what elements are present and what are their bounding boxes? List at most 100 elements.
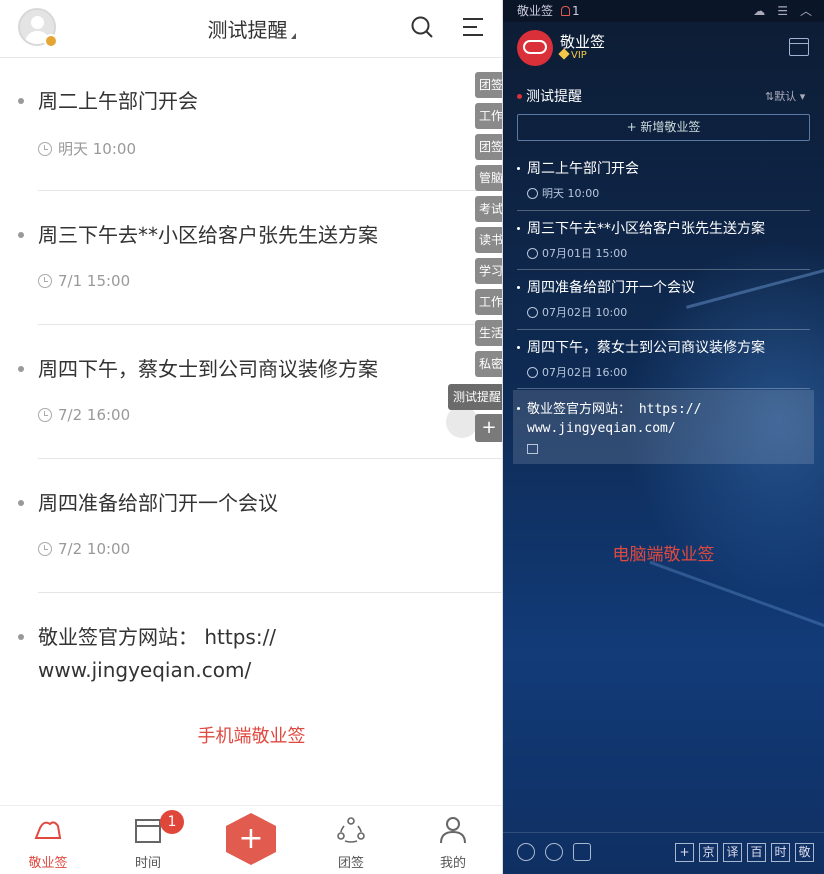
note-time: 7/1 15:00 xyxy=(38,272,130,290)
list-item[interactable]: 周四下午，蔡女士到公司商议装修方案 07月02日 16:00 xyxy=(503,337,824,387)
notes-icon[interactable] xyxy=(573,843,591,861)
list-item[interactable]: 周三下午去**小区给客户张先生送方案 7/1 15:00 xyxy=(0,214,502,324)
contacts-icon[interactable] xyxy=(517,843,535,861)
reminder-count[interactable]: 1 xyxy=(561,0,580,22)
group-tab[interactable]: 工作 xyxy=(475,103,502,129)
list-item[interactable]: 周四准备给部门开一个会议 7/2 10:00 xyxy=(0,482,502,592)
list-item[interactable]: 周三下午去**小区给客户张先生送方案 07月01日 15:00 xyxy=(503,218,824,268)
nav-notes[interactable]: 敬业签 xyxy=(8,806,88,874)
list-item[interactable]: 敬业签官方网站： https:// www.jingyeqian.com/ xyxy=(503,398,824,464)
note-text: 周四下午，蔡女士到公司商议装修方案 xyxy=(527,340,765,356)
mobile-header: 测试提醒 xyxy=(0,0,502,58)
list-item[interactable]: 敬业签官方网站： https:// www.jingyeqian.com/ xyxy=(0,616,502,726)
note-text: 周三下午去**小区给客户张先生送方案 xyxy=(38,223,378,247)
note-text: 周四准备给部门开一个会议 xyxy=(527,280,695,296)
app-name: 敬业签 xyxy=(560,33,606,51)
team-icon xyxy=(337,817,365,843)
list-item[interactable]: 周二上午部门开会 明天 10:00 xyxy=(503,158,824,208)
desktop-app: 敬业签 1 ☁ ☰ ︿ 敬业签 VIP 测试提醒 ⇅默认 ▾ + 新增敬业签 周… xyxy=(503,0,824,874)
list-item[interactable]: 周四准备给部门开一个会议 07月02日 10:00 xyxy=(503,277,824,327)
vip-label: VIP xyxy=(558,48,587,61)
bell-icon xyxy=(561,6,570,16)
cloud-icon[interactable]: ☁ xyxy=(753,0,765,22)
note-time: 7/2 16:00 xyxy=(38,406,130,424)
group-tab-active[interactable]: 测试提醒 xyxy=(448,384,502,410)
note-text: 周四准备给部门开一个会议 xyxy=(38,491,278,515)
note-time-text: 07月01日 15:00 xyxy=(542,247,628,260)
shortcut-key[interactable]: 译 xyxy=(723,843,742,862)
collapse-icon[interactable]: ︿ xyxy=(800,0,812,22)
add-group-button[interactable]: + xyxy=(475,414,502,442)
shortcut-key[interactable]: 京 xyxy=(699,843,718,862)
shortcut-keys: + 京 译 百 时 敬 xyxy=(675,843,814,862)
copy-icon[interactable] xyxy=(527,444,538,454)
note-time: 07月02日 10:00 xyxy=(527,304,627,320)
note-text: 周二上午部门开会 xyxy=(38,89,198,113)
add-note-button[interactable]: + 新增敬业签 xyxy=(517,114,810,141)
group-tab[interactable]: 团签 xyxy=(475,134,502,160)
note-time-text: 明天 10:00 xyxy=(542,187,600,200)
page-title-text: 测试提醒 xyxy=(207,18,288,42)
divider xyxy=(517,210,810,211)
desktop-caption: 电脑端敬业签 xyxy=(612,545,715,565)
sort-dropdown[interactable]: ⇅默认 ▾ xyxy=(765,88,805,104)
bullet-icon xyxy=(517,286,520,289)
nav-mine[interactable]: 我的 xyxy=(413,806,493,874)
note-time: 7/2 10:00 xyxy=(38,540,130,558)
bullet-icon xyxy=(517,227,520,230)
nav-label: 我的 xyxy=(439,856,466,871)
group-tab[interactable]: 私密 xyxy=(475,351,502,377)
group-tab[interactable]: 生活 xyxy=(475,320,502,346)
group-tab[interactable]: 读书 xyxy=(475,227,502,253)
bullet-icon xyxy=(18,232,24,238)
vip-text: VIP xyxy=(571,50,587,61)
note-time-text: 07月02日 10:00 xyxy=(542,306,628,319)
nav-label: 团签 xyxy=(337,856,364,871)
note-time: 07月01日 15:00 xyxy=(527,245,627,261)
search-icon[interactable] xyxy=(410,15,434,39)
group-tab[interactable]: 管脑 xyxy=(475,165,502,191)
search-icon[interactable] xyxy=(545,843,563,861)
group-tab[interactable]: 学习 xyxy=(475,258,502,284)
note-text: 敬业签官方网站： https:// www.jingyeqian.com/ xyxy=(38,625,277,682)
group-tab[interactable]: 工作 xyxy=(475,289,502,315)
scroll-handle[interactable] xyxy=(446,406,478,438)
clock-icon xyxy=(38,408,52,422)
clock-icon xyxy=(527,247,538,259)
note-time: 07月02日 16:00 xyxy=(527,364,627,380)
note-text: 敬业签官方网站： https:// www.jingyeqian.com/ xyxy=(527,402,702,436)
group-tab[interactable]: 团签 xyxy=(475,72,502,98)
note-time: 明天 10:00 xyxy=(38,138,136,159)
list-item[interactable]: 周二上午部门开会 明天 10:00 xyxy=(0,80,502,190)
nav-label: 时间 xyxy=(134,856,161,871)
desktop-titlebar: 敬业签 1 ☁ ☰ ︿ xyxy=(503,0,824,22)
bullet-icon xyxy=(517,407,520,410)
divider xyxy=(38,324,502,325)
note-text: 周四下午，蔡女士到公司商议装修方案 xyxy=(38,357,378,381)
note-time-text: 明天 10:00 xyxy=(58,140,136,158)
group-tab[interactable]: 考试 xyxy=(475,196,502,222)
group-title[interactable]: 测试提醒 xyxy=(517,86,582,106)
reminder-count-text: 1 xyxy=(572,4,580,18)
calendar-icon[interactable] xyxy=(789,38,809,56)
shortcut-key[interactable]: 时 xyxy=(771,843,790,862)
divider xyxy=(517,388,810,389)
group-name: 测试提醒 xyxy=(526,89,582,105)
bullet-icon xyxy=(18,98,24,104)
cloud-note-icon xyxy=(34,821,62,839)
menu-icon[interactable] xyxy=(462,16,484,38)
nav-team[interactable]: 团签 xyxy=(311,806,391,874)
divider xyxy=(517,269,810,270)
shortcut-key[interactable]: 敬 xyxy=(795,843,814,862)
list-item[interactable]: 周四下午，蔡女士到公司商议装修方案 7/2 16:00 xyxy=(0,348,502,458)
clock-icon xyxy=(38,542,52,556)
shortcut-key[interactable]: 百 xyxy=(747,843,766,862)
user-icon xyxy=(440,817,466,844)
shortcut-key[interactable]: + xyxy=(675,843,694,862)
note-time-text: 7/2 10:00 xyxy=(58,540,131,558)
note-text: 周三下午去**小区给客户张先生送方案 xyxy=(527,221,765,237)
note-text: 周二上午部门开会 xyxy=(527,161,639,177)
menu-icon[interactable]: ☰ xyxy=(777,0,788,22)
clock-icon xyxy=(38,141,52,156)
app-logo xyxy=(517,30,553,66)
